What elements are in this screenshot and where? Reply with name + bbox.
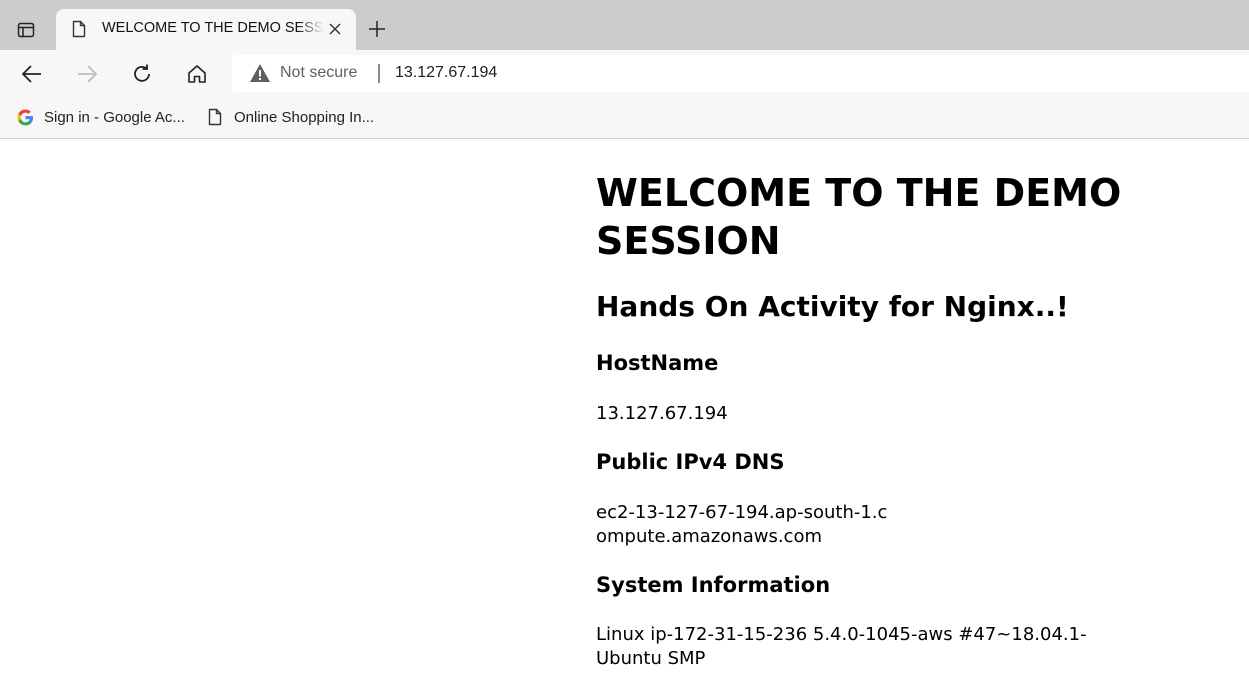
section-title-public-dns: Public IPv4 DNS — [596, 450, 785, 474]
security-status[interactable]: Not secure — [280, 64, 357, 82]
section-title-system-info: System Information — [596, 573, 831, 597]
forward-icon[interactable] — [75, 62, 99, 86]
tab-strip: WELCOME TO THE DEMO SESSION — [0, 0, 1249, 50]
home-icon[interactable] — [185, 62, 209, 86]
bookmark-google-sign-in[interactable]: Sign in - Google Ac... — [16, 106, 185, 128]
section-value-system-info: Linux ip-172-31-15-236 5.4.0-1045-aws #4… — [596, 624, 1087, 669]
bookmarks-bar: Sign in - Google Ac... Online Shopping I… — [0, 98, 1249, 139]
warning-icon[interactable] — [249, 63, 271, 87]
page-heading: WELCOME TO THE DEMO SESSION — [596, 171, 1122, 263]
browser-toolbar: Not secure 13.127.67.194 — [0, 50, 1249, 98]
tab-actions-icon[interactable] — [14, 18, 38, 42]
page-icon — [206, 108, 224, 126]
address-separator — [378, 64, 380, 83]
refresh-icon[interactable] — [130, 62, 154, 86]
section-value-public-dns: ec2-13-127-67-194.ap-south-1.compute.ama… — [596, 501, 896, 549]
page-subheading: Hands On Activity for Nginx..! — [596, 290, 1069, 323]
browser-tab-active[interactable]: WELCOME TO THE DEMO SESSION — [56, 9, 356, 50]
url-text[interactable]: 13.127.67.194 — [395, 64, 497, 82]
section-title-hostname: HostName — [596, 351, 719, 375]
close-tab-icon[interactable] — [327, 21, 343, 37]
tab-title: WELCOME TO THE DEMO SESSION — [102, 20, 324, 36]
section-value-hostname: 13.127.67.194 — [596, 403, 728, 424]
google-icon — [16, 108, 34, 126]
back-icon[interactable] — [20, 62, 44, 86]
new-tab-icon[interactable] — [365, 17, 389, 41]
address-bar[interactable]: Not secure 13.127.67.194 — [232, 55, 1249, 92]
bookmark-online-shopping[interactable]: Online Shopping In... — [206, 106, 374, 128]
dns-value-text: ec2-13-127-67-194.ap-south-1.compute.ama… — [596, 502, 888, 547]
page-icon — [72, 20, 86, 42]
bookmark-label: Online Shopping In... — [234, 108, 375, 126]
bookmark-label: Sign in - Google Ac... — [44, 108, 185, 126]
